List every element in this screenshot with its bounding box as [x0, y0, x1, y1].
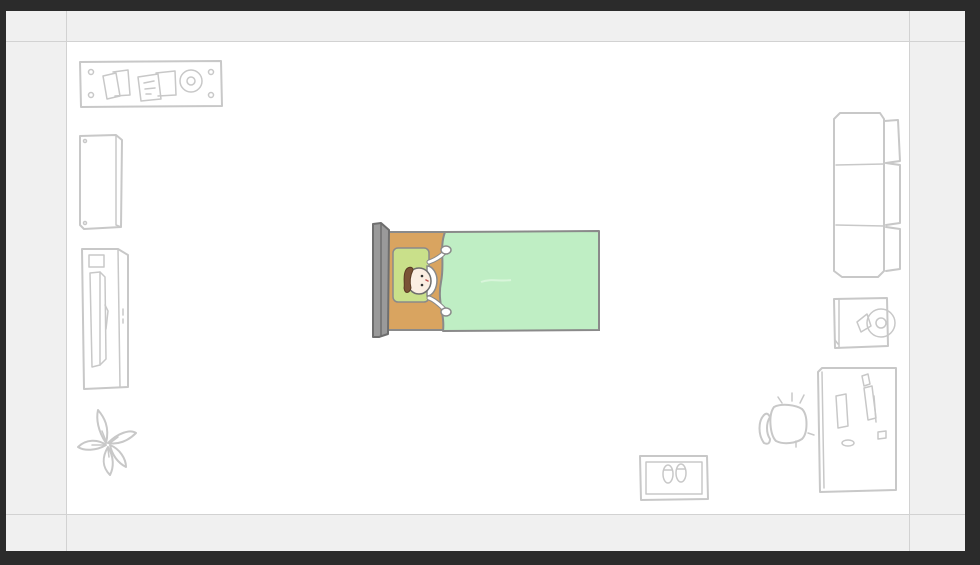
bed-with-sleeper[interactable] — [371, 222, 601, 340]
doormat-slippers[interactable] — [638, 454, 710, 502]
wardrobe[interactable] — [80, 247, 130, 391]
media-shelf-icon — [79, 60, 223, 108]
desk-chair[interactable] — [756, 391, 818, 451]
wall-bottom-edge — [6, 514, 965, 515]
nightstand-icon — [833, 297, 896, 349]
wall-top-edge — [6, 41, 965, 42]
slippers-icon — [639, 455, 709, 501]
desk-icon — [817, 367, 897, 493]
dresser-icon — [79, 134, 123, 230]
media-shelf[interactable] — [78, 59, 224, 109]
wardrobe-icon — [81, 248, 129, 390]
bed-icon — [372, 222, 600, 338]
wall-right-edge — [909, 11, 910, 551]
plant-icon — [77, 409, 137, 476]
potted-plant[interactable] — [76, 409, 140, 477]
nightstand[interactable] — [831, 296, 901, 350]
desk[interactable] — [816, 366, 898, 494]
dresser[interactable] — [78, 133, 124, 231]
sofa[interactable] — [832, 111, 904, 281]
chair-icon — [758, 392, 815, 448]
sofa-icon — [833, 112, 901, 278]
wall-left-edge — [66, 11, 67, 551]
game-canvas[interactable] — [6, 11, 965, 551]
